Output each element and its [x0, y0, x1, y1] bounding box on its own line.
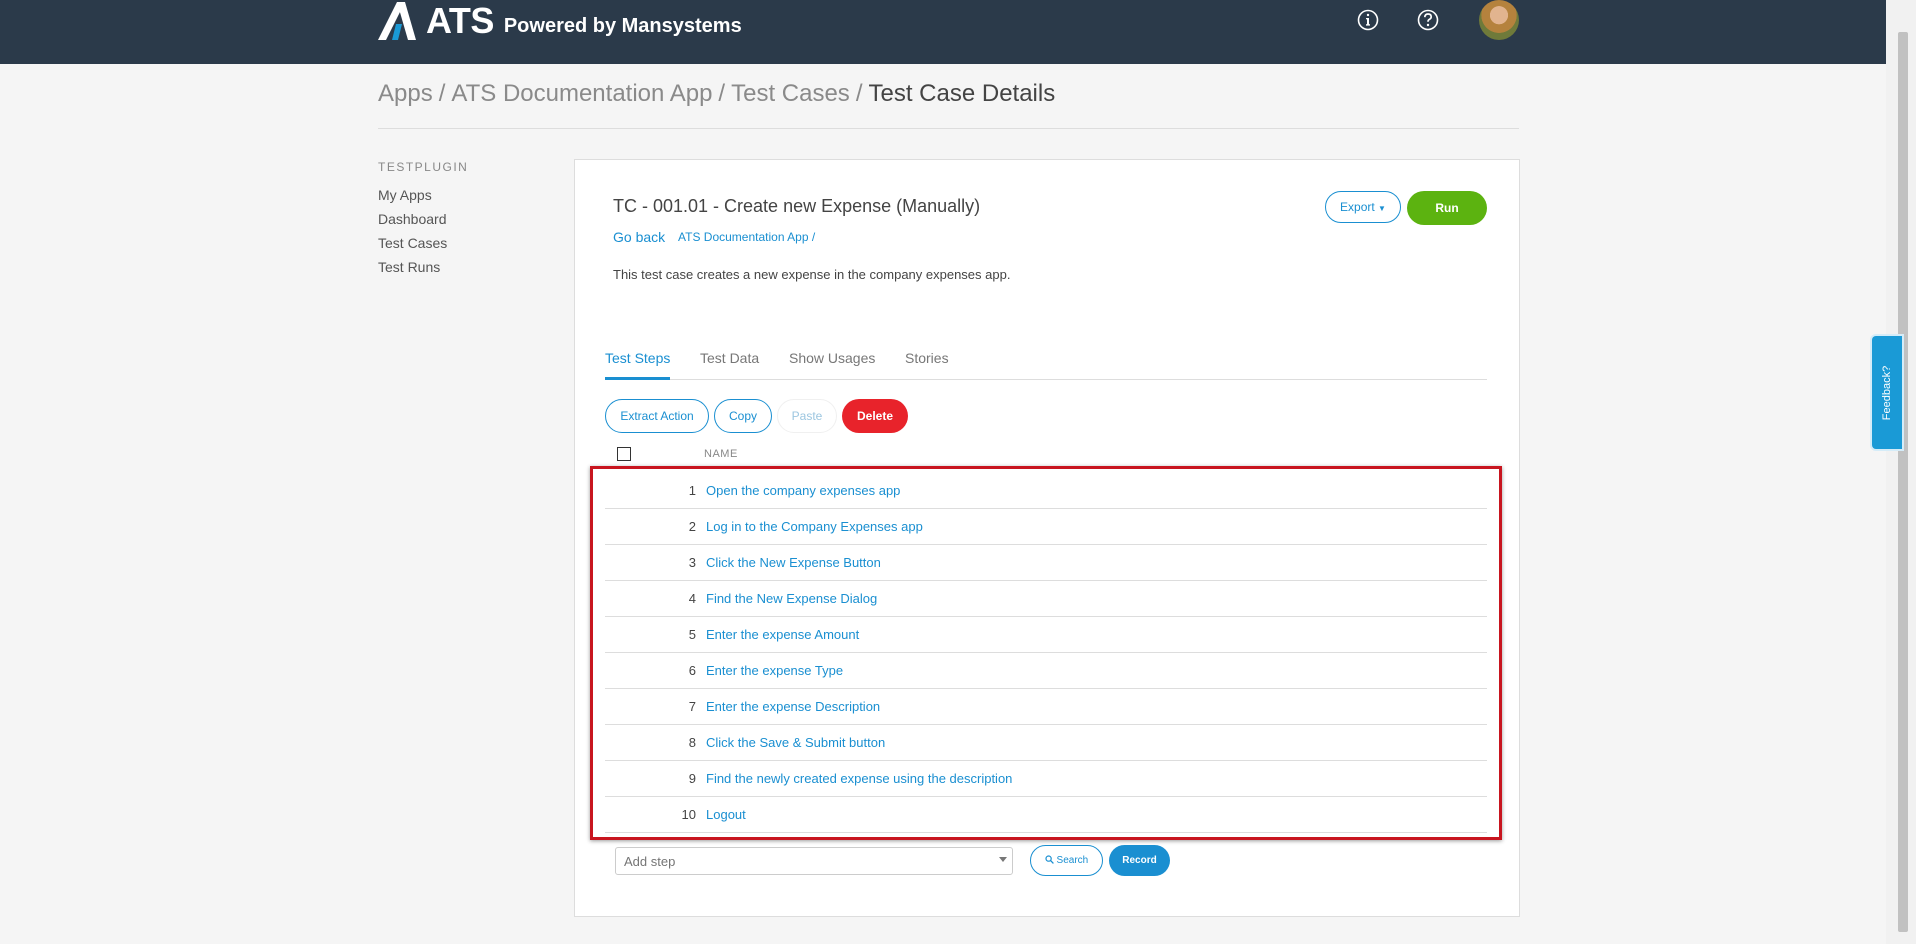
select-all-checkbox[interactable]: [617, 447, 631, 461]
breadcrumb-current: Test Case Details: [868, 80, 1056, 107]
logo-text: ATS: [426, 0, 494, 41]
name-column-header: NAME: [704, 448, 738, 460]
delete-button[interactable]: Delete: [842, 399, 908, 433]
breadcrumb-divider: [378, 128, 1519, 129]
feedback-tab[interactable]: Feedback?: [1872, 336, 1902, 449]
extract-action-button[interactable]: Extract Action: [605, 399, 709, 433]
active-tab-indicator: [605, 377, 670, 380]
run-button[interactable]: Run: [1407, 191, 1487, 225]
breadcrumb-separator: /: [718, 80, 726, 107]
sidebar-heading: TESTPLUGIN: [378, 160, 469, 174]
test-case-description: This test case creates a new expense in …: [613, 267, 1011, 282]
record-button[interactable]: Record: [1109, 845, 1170, 876]
caret-down-icon: ▼: [1378, 204, 1386, 213]
scrollbar-thumb[interactable]: [1898, 32, 1908, 932]
breadcrumb-test-cases[interactable]: Test Cases: [731, 80, 850, 107]
app-link[interactable]: ATS Documentation App /: [678, 230, 815, 244]
breadcrumb-separator: /: [855, 80, 863, 107]
tab-test-steps[interactable]: Test Steps: [605, 350, 670, 366]
sidebar-item-my-apps[interactable]: My Apps: [378, 187, 432, 203]
top-bar: ATS Powered by Mansystems: [0, 0, 1886, 64]
search-label: Search: [1056, 855, 1089, 866]
search-icon: [1045, 855, 1054, 864]
user-avatar[interactable]: [1479, 0, 1519, 40]
tab-test-data[interactable]: Test Data: [700, 350, 759, 366]
go-back-link[interactable]: Go back: [613, 229, 665, 245]
export-button[interactable]: Export ▼: [1325, 191, 1401, 223]
sidebar-item-test-runs[interactable]: Test Runs: [378, 259, 440, 275]
add-step-input[interactable]: [615, 847, 1013, 875]
sidebar-item-test-cases[interactable]: Test Cases: [378, 235, 447, 251]
copy-button[interactable]: Copy: [714, 399, 772, 433]
sidebar-item-dashboard[interactable]: Dashboard: [378, 211, 447, 227]
help-icon[interactable]: [1414, 6, 1442, 34]
breadcrumb: Apps / ATS Documentation App / Test Cases / Te…: [378, 80, 1055, 108]
info-icon[interactable]: [1354, 6, 1382, 34]
breadcrumb-separator: /: [438, 80, 446, 107]
paste-button[interactable]: Paste: [777, 399, 837, 433]
breadcrumb-apps[interactable]: Apps: [378, 80, 433, 107]
logo-tagline: Powered by Mansystems: [503, 15, 742, 37]
export-label: Export: [1340, 200, 1375, 214]
test-case-title: TC - 001.01 - Create new Expense (Manual…: [613, 196, 981, 216]
chevron-down-icon[interactable]: [999, 857, 1007, 862]
breadcrumb-app[interactable]: ATS Documentation App: [451, 80, 712, 107]
tab-show-usages[interactable]: Show Usages: [789, 350, 875, 366]
ats-logo-icon: [378, 2, 416, 40]
tabs-divider: [605, 379, 1487, 380]
logo[interactable]: ATS Powered by Mansystems: [378, 0, 742, 40]
search-button[interactable]: Search: [1030, 845, 1103, 876]
tab-stories[interactable]: Stories: [905, 350, 949, 366]
highlight-box: [590, 466, 1502, 840]
feedback-label: Feedback?: [1881, 365, 1893, 420]
